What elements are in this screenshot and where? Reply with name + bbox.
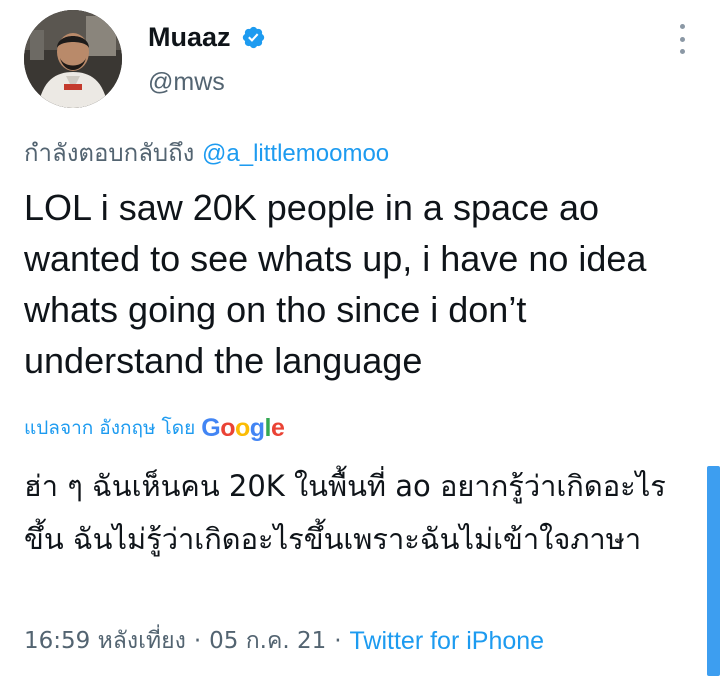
avatar[interactable]: [24, 10, 122, 108]
author-name-row[interactable]: Muaaz: [148, 22, 266, 53]
more-dot: [679, 49, 685, 54]
tweet-metadata: 16:59 หลังเที่ยง · 05 ก.ค. 21 · Twitter …: [24, 623, 544, 659]
meta-separator: ·: [334, 628, 342, 654]
more-vertical-icon: [679, 24, 685, 29]
more-dot: [679, 36, 685, 42]
google-logo: Google: [201, 413, 285, 442]
meta-separator: ·: [193, 628, 202, 654]
tweet-time[interactable]: 16:59 หลังเที่ยง: [24, 623, 186, 659]
tweet-detail: Muaaz @mws กำลังตอบกลับถึง @a_littlemoom…: [0, 0, 720, 676]
scrollbar[interactable]: [707, 466, 720, 676]
author-handle[interactable]: @mws: [148, 68, 225, 97]
translated-tweet-text: ฮ่า ๆ ฉันเห็นคน 20K ในพื้นที่ ao อยากรู้…: [24, 469, 666, 556]
tweet-text: LOL i saw 20K people in a space ao wante…: [24, 187, 647, 381]
more-options-button[interactable]: [670, 24, 694, 54]
replying-to-mention-link[interactable]: @a_littlemoomoo: [202, 140, 389, 167]
replying-to-label: กำลังตอบกลับถึง: [24, 139, 195, 167]
verified-badge-icon: [242, 26, 264, 49]
translation-attribution[interactable]: แปลจาก อังกฤษ โดย Google: [24, 413, 285, 443]
replying-to: กำลังตอบกลับถึง @a_littlemoomoo: [24, 133, 389, 172]
tweet-source-link[interactable]: Twitter for iPhone: [350, 627, 545, 656]
translated-from-label: แปลจาก อังกฤษ โดย: [24, 417, 196, 439]
tweet-date[interactable]: 05 ก.ค. 21: [209, 623, 326, 659]
author-display-name[interactable]: Muaaz: [148, 22, 231, 53]
